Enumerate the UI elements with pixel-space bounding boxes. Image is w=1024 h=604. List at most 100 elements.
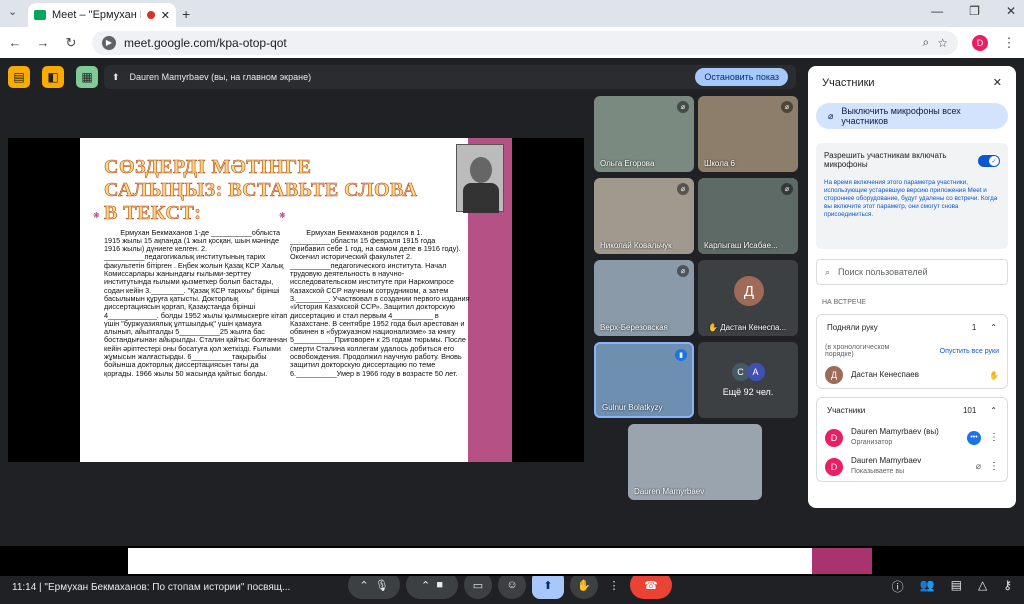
list-item[interactable]: D Dauren Mamyrbaev Показываете вы ⌀ ⋮ — [817, 452, 1007, 481]
participant-name: Dauren Mamyrbaev (вы) — [851, 427, 939, 436]
participants-group: Участники 101 ⌃ D Dauren Mamyrbaev (вы) … — [816, 397, 1008, 482]
profile-avatar[interactable]: D — [972, 34, 988, 51]
search-placeholder: Поиск пользователей — [838, 267, 928, 277]
participant-info: Dauren Mamyrbaev Показываете вы — [851, 456, 968, 477]
portrait-photo — [456, 144, 504, 213]
back-icon[interactable]: ← — [8, 35, 22, 50]
captions-icon: ▭ — [472, 579, 484, 592]
participant-grid: ⌀ Ольга Егорова ⌀ Школа 6 ⌀ Николай Кова… — [594, 96, 800, 520]
meet-stage: ▤ ◧ ▦ ⬆ Dauren Mamyrbaev (вы, на главном… — [0, 58, 1024, 599]
meeting-info-icon[interactable]: ⓘ — [892, 578, 904, 595]
more-vert-icon: ⋮ — [608, 579, 620, 592]
present-screen-icon: ⬆ — [112, 71, 120, 82]
activities-icon[interactable]: ▦ — [76, 66, 98, 88]
group-label: Подняли руку — [827, 323, 878, 332]
avatar: Д — [825, 366, 843, 384]
mic-permission-setting: Разрешить участникам включать микрофоны … — [816, 143, 1008, 249]
close-window-button[interactable]: ✕ — [1006, 4, 1016, 18]
tab-search-icon[interactable]: ⌄ — [8, 5, 22, 19]
list-item[interactable]: D Dauren Mamyrbaev (вы) Организатор ••• … — [817, 423, 1007, 452]
participant-tile[interactable]: ⌀ Николай Ковальчук — [594, 178, 694, 254]
raised-hand-icon[interactable]: ✋ — [989, 371, 999, 380]
chevron-up-icon[interactable]: ⌃ — [990, 406, 997, 415]
browser-chrome: ⌄ Meet – "Ермухан Бекмахан ✕ + — ❐ ✕ ← →… — [0, 0, 1024, 58]
avatar: Д — [734, 276, 764, 306]
bookmark-star-icon[interactable]: ☆ — [937, 36, 948, 50]
mic-off-icon: ⌀ — [677, 101, 689, 113]
close-panel-icon[interactable]: ✕ — [993, 76, 1002, 89]
site-info-icon[interactable]: ▶ — [102, 35, 116, 50]
participant-name: Dauren Mamyrbaev — [851, 456, 922, 465]
presentation-banner: ⬆ Dauren Mamyrbaev (вы, на главном экран… — [104, 65, 796, 89]
mute-all-label: Выключить микрофоны всех участников — [841, 106, 961, 126]
url-text[interactable]: meet.google.com/kpa-otop-qot — [124, 36, 915, 50]
participant-tile-speaking[interactable]: ▮ Gulnur Bolatkyzy — [594, 342, 694, 418]
layout-icon[interactable]: ◧ — [42, 66, 64, 88]
chevron-up-icon[interactable]: ⌃ — [990, 323, 997, 332]
participant-name: Дастан Кенеспаев — [851, 370, 919, 379]
avatar: А — [746, 363, 765, 381]
list-item[interactable]: Д Дастан Кенеспаев ✋ — [817, 362, 1007, 388]
meeting-time-title: 11:14 | "Ермухан Бекмаханов: По стопам и… — [12, 581, 291, 593]
more-options-icon[interactable]: ⋮ — [989, 461, 999, 472]
participant-role: Показываете вы — [851, 468, 905, 475]
whiteboard-icon[interactable]: ▤ — [8, 66, 30, 88]
group-header[interactable]: Участники 101 ⌃ — [817, 398, 1007, 423]
participant-tile[interactable]: ⌀ Верх-Березовская — [594, 260, 694, 336]
more-participants-tile[interactable]: С А Ещё 92 чел. — [698, 342, 798, 418]
recording-indicator-icon — [146, 11, 155, 19]
tab-close-icon[interactable]: ✕ — [161, 9, 170, 22]
browser-toolbar: ← → ↻ ▶ meet.google.com/kpa-otop-qot ⌕ ☆… — [0, 27, 1024, 58]
activities-icon[interactable]: △ — [978, 578, 987, 595]
speaking-indicator-icon: ▮ — [675, 349, 687, 361]
host-controls-icon[interactable]: ⚷ — [1003, 578, 1012, 595]
people-icon[interactable]: 👥 — [920, 578, 935, 595]
participant-tile[interactable]: ⌀ Ольга Егорова — [594, 96, 694, 172]
participant-tile[interactable]: ⌀ Школа 6 — [698, 96, 798, 172]
more-participants-label: Ещё 92 чел. — [722, 387, 774, 397]
stop-presenting-button[interactable]: Остановить показ — [695, 68, 788, 86]
search-icon: ⌕ — [825, 266, 831, 277]
mic-off-icon: ⌀ — [781, 183, 793, 195]
forward-icon[interactable]: → — [36, 35, 50, 50]
end-call-icon: ☎ — [644, 579, 658, 592]
chat-icon[interactable]: ▤ — [951, 578, 962, 595]
presenter-label: Dauren Mamyrbaev (вы, на главном экране) — [129, 72, 312, 82]
group-count: 101 — [962, 406, 977, 415]
browser-tab[interactable]: Meet – "Ермухан Бекмахан ✕ — [28, 3, 176, 27]
restore-button[interactable]: ❐ — [969, 4, 980, 18]
address-bar[interactable]: ▶ meet.google.com/kpa-otop-qot ⌕ ☆ — [92, 30, 958, 55]
emoji-icon: ☺ — [506, 579, 518, 591]
bullet-icon: ❋ — [279, 211, 286, 220]
mic-off-icon: ⌀ — [781, 101, 793, 113]
new-tab-button[interactable]: + — [182, 6, 190, 22]
hand-icon: ✋ — [577, 579, 591, 592]
chevron-up-icon[interactable]: ⌃ — [359, 579, 368, 592]
group-label: Участники — [827, 406, 866, 415]
reload-icon[interactable]: ↻ — [64, 35, 78, 51]
group-header[interactable]: Подняли руку 1 ⌃ — [817, 315, 1007, 340]
russian-paragraph: Ермухан Бекмаханов родился в 1. ________… — [290, 227, 472, 378]
allow-mics-toggle[interactable] — [978, 155, 1000, 167]
slide-text-kazakh: ❋ Ермухан Бекмаханов 1-де __________облы… — [93, 211, 290, 386]
search-field[interactable]: ⌕ Поиск пользователей — [816, 259, 1008, 285]
minimize-button[interactable]: — — [931, 4, 943, 18]
setting-note: На время включения этого параметра участ… — [824, 179, 998, 218]
more-options-icon[interactable]: ⋮ — [989, 432, 999, 443]
browser-menu-icon[interactable]: ⋮ — [1002, 35, 1016, 51]
mute-all-button[interactable]: ⌀ Выключить микрофоны всех участников — [816, 103, 1008, 129]
participant-tile[interactable]: Д ✋ Дастан Кенеспа... — [698, 260, 798, 336]
chevron-up-icon[interactable]: ⌃ — [421, 579, 430, 592]
mirrored-slide-strip — [128, 548, 872, 574]
participant-tile[interactable]: ⌀ Карлыгаш Исабае... — [698, 178, 798, 254]
self-view-tile[interactable]: Dauren Mamyrbaev — [628, 424, 762, 500]
raised-hands-group: Подняли руку 1 ⌃ (в хронологическом поря… — [816, 314, 1008, 389]
lower-all-hands-button[interactable]: Опустить все руки — [939, 348, 999, 355]
slide-text-russian: ❋ Ермухан Бекмаханов родился в 1. ______… — [279, 211, 472, 386]
host-tools: ▤ ◧ ▦ — [8, 66, 98, 88]
raised-hands-meta: (в хронологическом порядке) Опустить все… — [817, 340, 1007, 362]
participant-info: Dauren Mamyrbaev (вы) Организатор — [851, 427, 959, 448]
panel-title: Участники — [822, 76, 875, 89]
panel-header: Участники ✕ — [808, 66, 1016, 99]
zoom-icon[interactable]: ⌕ — [923, 35, 930, 50]
